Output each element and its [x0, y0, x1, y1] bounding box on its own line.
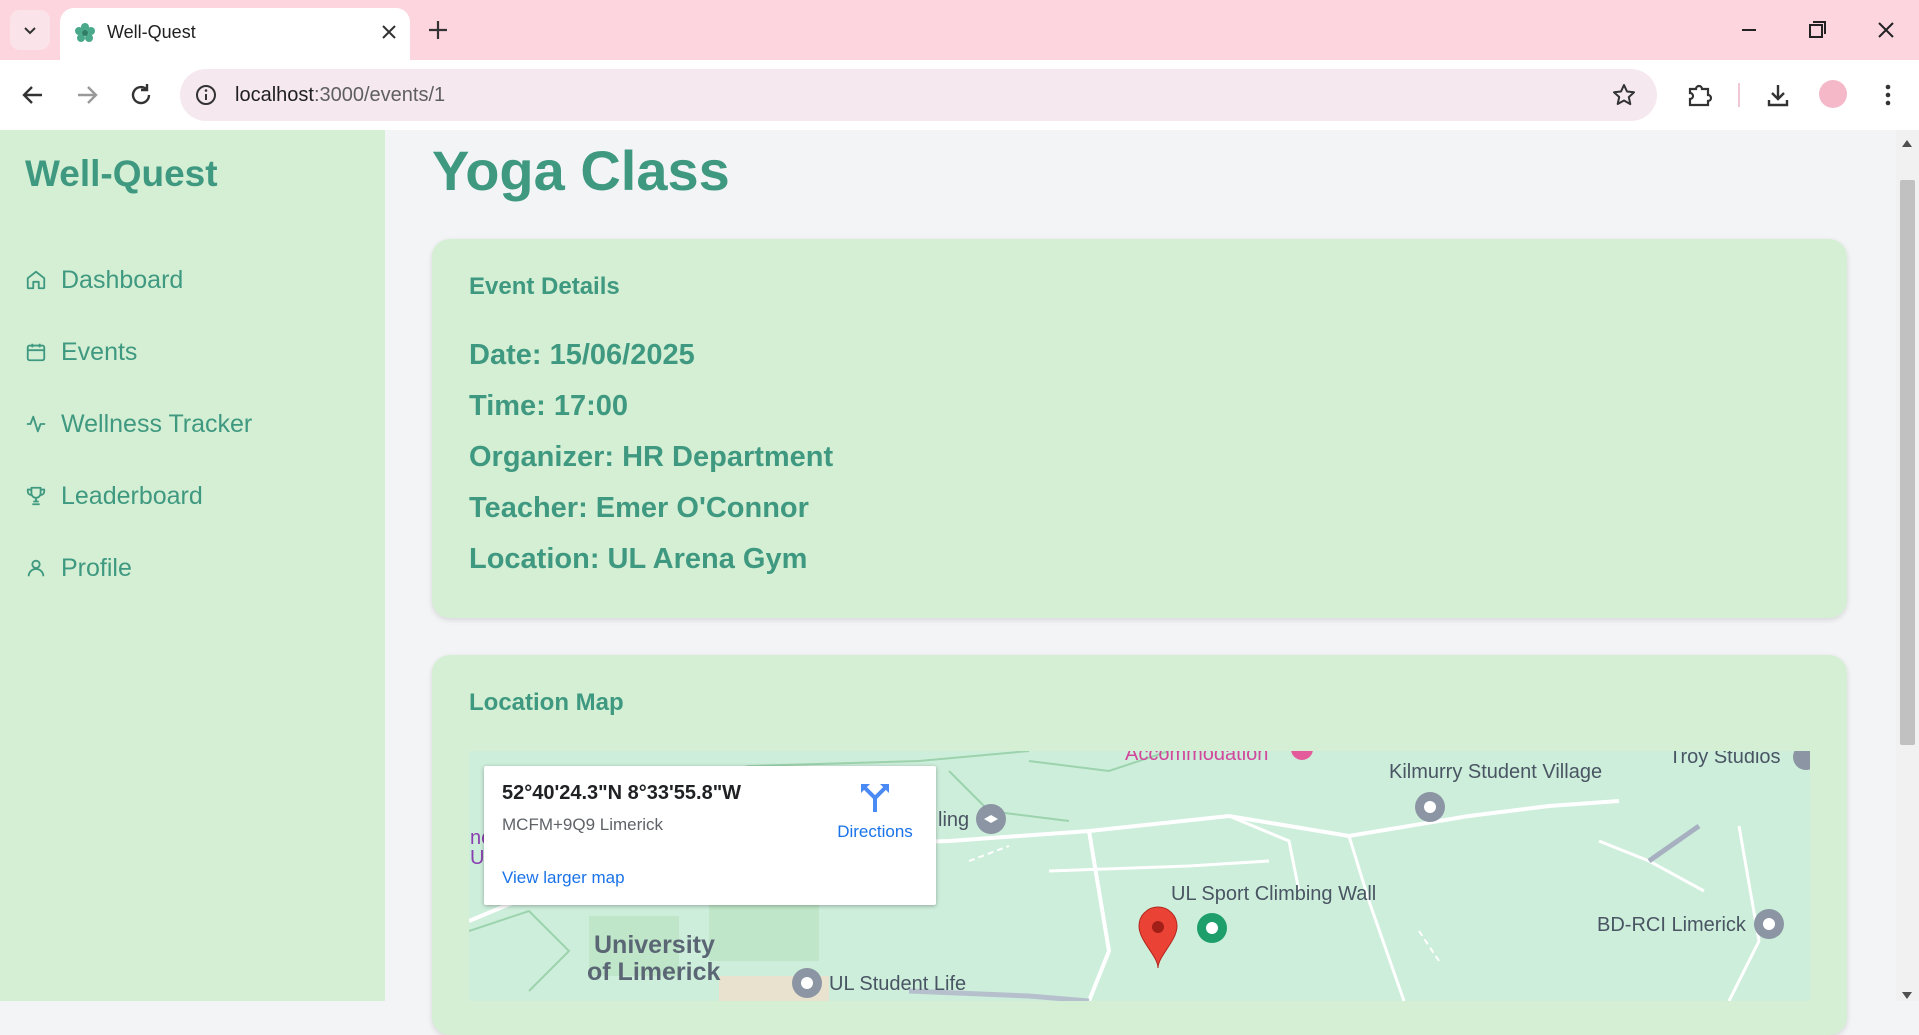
map-label-of-limerick: of Limerick — [587, 958, 721, 986]
sidebar-item-dashboard[interactable]: Dashboard — [25, 260, 183, 300]
view-larger-map-link[interactable]: View larger map — [502, 868, 625, 888]
sidebar-item-wellness-tracker[interactable]: Wellness Tracker — [25, 404, 252, 444]
bookmark-star-icon[interactable] — [1611, 82, 1637, 113]
user-icon — [27, 559, 45, 577]
extensions-icon[interactable] — [1684, 80, 1714, 115]
event-date: Date: 15/06/2025 — [469, 339, 695, 371]
reload-icon[interactable] — [126, 80, 156, 115]
map-pin[interactable] — [1415, 792, 1445, 822]
sidebar-item-leaderboard[interactable]: Leaderboard — [25, 476, 203, 516]
event-time: Time: 17:00 — [469, 390, 629, 422]
map-pin[interactable] — [1197, 913, 1227, 943]
embedded-map[interactable]: Accommodation Kilmurry Student Village T… — [469, 751, 1810, 1001]
map-label-building: ling — [938, 809, 970, 831]
sidebar-item-label: Events — [61, 337, 138, 366]
map-label-university: University — [594, 931, 715, 959]
map-info-window: 52°40'24.3"N 8°33'55.8"W MCFM+9Q9 Limeri… — [484, 766, 936, 905]
forward-icon[interactable] — [72, 80, 102, 115]
map-label-student-life: UL Student Life — [829, 973, 967, 995]
more-menu-icon[interactable] — [1873, 80, 1903, 115]
brand-logo-text[interactable]: Well-Quest — [25, 153, 218, 195]
page-scrollbar[interactable] — [1896, 130, 1919, 1001]
minimize-icon[interactable] — [1733, 14, 1765, 51]
site-info-icon[interactable] — [194, 83, 218, 112]
directions-button[interactable]: Directions — [826, 781, 924, 842]
event-teacher: Teacher: Emer O'Connor — [469, 492, 809, 524]
map-coordinates: 52°40'24.3"N 8°33'55.8"W — [502, 782, 742, 804]
directions-label: Directions — [837, 822, 913, 841]
map-plus-code: MCFM+9Q9 Limerick — [502, 815, 664, 834]
url-text: localhost:3000/events/1 — [235, 84, 446, 106]
sidebar-item-label: Wellness Tracker — [61, 409, 253, 438]
sidebar-item-label: Leaderboard — [61, 481, 203, 510]
map-pin[interactable] — [1754, 909, 1784, 939]
card-heading: Event Details — [469, 273, 620, 300]
map-label-bd-rci: BD-RCI Limerick — [1597, 914, 1746, 936]
event-location: Location: UL Arena Gym — [469, 543, 808, 575]
close-window-icon[interactable] — [1870, 14, 1902, 51]
map-pin[interactable] — [976, 804, 1006, 834]
restore-icon[interactable] — [1801, 14, 1833, 51]
sidebar-item-events[interactable]: Events — [25, 332, 137, 372]
browser-toolbar: localhost:3000/events/1 — [0, 60, 1919, 130]
sidebar-item-profile[interactable]: Profile — [25, 548, 132, 588]
map-label-climbing-wall: UL Sport Climbing Wall — [1171, 883, 1377, 905]
scrollbar-thumb[interactable] — [1900, 180, 1915, 745]
scroll-up-arrow-icon[interactable] — [1902, 140, 1912, 147]
map-pin[interactable] — [792, 968, 822, 998]
card-heading: Location Map — [469, 689, 624, 716]
event-organizer: Organizer: HR Department — [469, 441, 834, 473]
browser-tab-strip: Well-Quest — [0, 0, 1919, 60]
page-title: Yoga Class — [432, 139, 730, 202]
home-icon — [26, 270, 46, 290]
browser-tab[interactable]: Well-Quest — [60, 8, 410, 60]
sidebar: Well-Quest Dashboard Events Wellness Tra… — [0, 130, 385, 1001]
map-label-fragment: U — [470, 847, 485, 869]
map-label-kilmurry: Kilmurry Student Village — [1389, 761, 1603, 783]
calendar-icon — [26, 343, 46, 362]
tab-title: Well-Quest — [107, 22, 196, 42]
sidebar-item-label: Profile — [61, 553, 132, 582]
close-tab-icon[interactable] — [378, 21, 400, 48]
trophy-icon — [26, 486, 46, 506]
new-tab-icon[interactable] — [422, 14, 454, 51]
map-label-accommodation: Accommodation — [1125, 751, 1269, 765]
activity-icon — [26, 415, 46, 433]
download-icon[interactable] — [1763, 80, 1793, 115]
event-details-card: Event Details Date: 15/06/2025 Time: 17:… — [432, 239, 1847, 618]
scroll-down-arrow-icon[interactable] — [1902, 992, 1912, 999]
chevron-down-icon — [24, 27, 36, 35]
sidebar-item-label: Dashboard — [61, 265, 184, 294]
well-quest-favicon-icon — [74, 22, 96, 49]
address-bar[interactable]: localhost:3000/events/1 — [180, 69, 1657, 121]
map-label-troy: Troy Studios — [1669, 751, 1781, 768]
directions-icon — [861, 784, 889, 812]
toolbar-separator — [1738, 83, 1740, 107]
back-icon[interactable] — [18, 80, 48, 115]
tab-search-button[interactable] — [10, 10, 50, 50]
profile-avatar[interactable] — [1819, 80, 1847, 108]
